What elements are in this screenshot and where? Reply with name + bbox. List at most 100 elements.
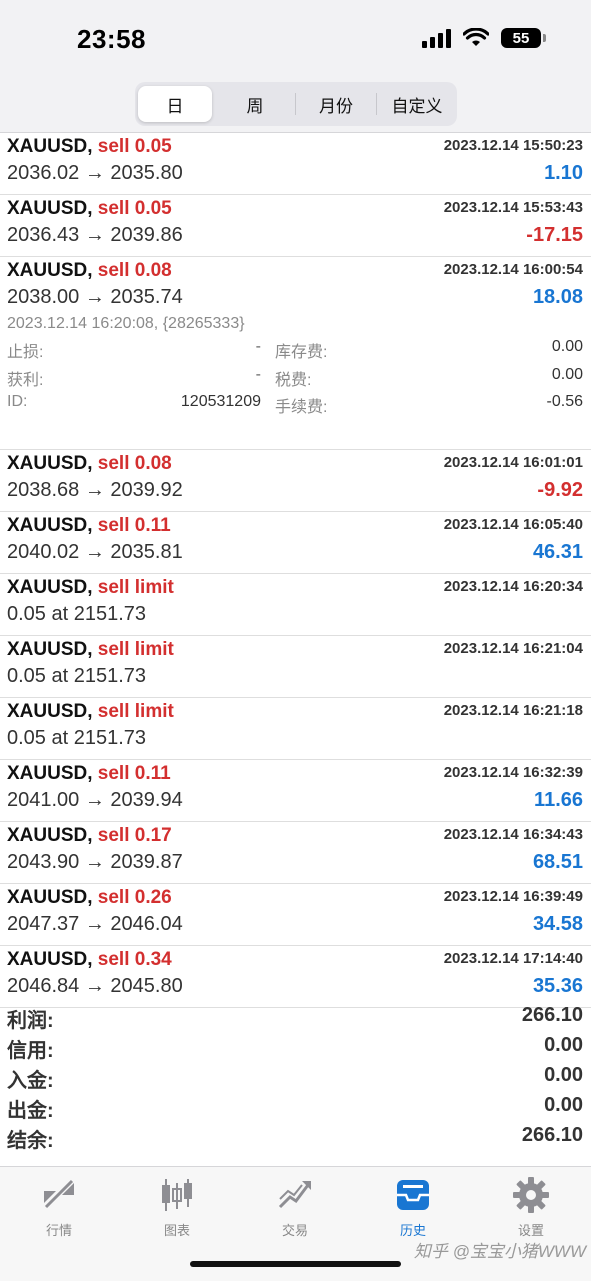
trade-price: 2041.00 → 2039.94: [7, 789, 183, 811]
trade-price: 2036.43 → 2039.86: [7, 224, 183, 246]
trade-symbol: XAUUSD,: [7, 825, 93, 846]
period-segmented-control: 日 周 月份 自定义: [135, 82, 457, 126]
trade-time: 2023.12.14 16:05:40: [443, 516, 583, 533]
trade-profit: -9.92: [537, 479, 583, 501]
trade-time: 2023.12.14 16:21:18: [443, 702, 583, 719]
trade-price: 2046.84 → 2045.80: [7, 975, 183, 997]
trade-profit: 46.31: [532, 541, 583, 563]
summary-row-deposit: 入金: 0.00: [0, 1062, 591, 1092]
trade-row[interactable]: XAUUSD, sell 0.34 2023.12.14 17:14:40 20…: [0, 946, 591, 1008]
summary-value: 0.00: [544, 1064, 583, 1086]
summary-row-withdrawal: 出金: 0.00: [0, 1092, 591, 1122]
trade-action: sell limit: [97, 639, 174, 660]
trade-price: 2038.00 → 2035.74: [7, 286, 183, 308]
tab-week[interactable]: 周: [218, 86, 292, 122]
trade-symbol: XAUUSD,: [7, 198, 93, 219]
tabbar-label: 行情: [45, 1223, 72, 1238]
trade-symbol: XAUUSD,: [7, 763, 93, 784]
summary-value: 266.10: [521, 1004, 583, 1026]
trade-symbol: XAUUSD,: [7, 887, 93, 908]
stop-loss-label: 止损:: [7, 344, 44, 361]
tabbar-item-trade[interactable]: 交易: [245, 1175, 345, 1239]
trade-symbol: XAUUSD,: [7, 701, 93, 722]
tab-custom[interactable]: 自定义: [380, 86, 454, 122]
trade-time: 2023.12.14 16:00:54: [443, 261, 583, 278]
trade-action: sell 0.05: [97, 198, 172, 219]
clock: 23:58: [77, 24, 146, 54]
trade-time: 2023.12.14 16:32:39: [443, 764, 583, 781]
trade-profit: 35.36: [532, 975, 583, 997]
summary-label: 出金:: [7, 1100, 54, 1122]
signal-icon: [422, 28, 451, 48]
trade-row[interactable]: XAUUSD, sell 0.26 2023.12.14 16:39:49 20…: [0, 884, 591, 946]
trade-profit: 18.08: [532, 286, 583, 308]
status-bar: 23:58 55: [0, 0, 591, 76]
trade-symbol: XAUUSD,: [7, 949, 93, 970]
swap-label: 库存费:: [275, 344, 328, 361]
tabbar-item-quotes[interactable]: 行情: [9, 1175, 109, 1239]
trade-price: 2047.37 → 2046.04: [7, 913, 183, 935]
trade-price: 2038.68 → 2039.92: [7, 479, 183, 501]
trade-price: 2043.90 → 2039.87: [7, 851, 183, 873]
trade-profit: 1.10: [544, 162, 583, 184]
trade-row[interactable]: XAUUSD, sell 0.05 2023.12.14 15:50:23 20…: [0, 133, 591, 195]
trade-profit: -17.15: [526, 224, 583, 246]
period-tabs-bar: 日 周 月份 自定义: [0, 76, 591, 133]
tab-day[interactable]: 日: [138, 86, 212, 122]
summary-label: 入金:: [7, 1070, 54, 1092]
order-price: 0.05 at 2151.73: [7, 603, 147, 625]
trade-action: sell 0.08: [97, 453, 172, 474]
trade-time: 2023.12.14 15:53:43: [443, 199, 583, 216]
quotes-icon: [44, 1179, 74, 1209]
trade-symbol: XAUUSD,: [7, 136, 93, 157]
tabbar-item-chart[interactable]: 图表: [127, 1175, 227, 1239]
trade-row[interactable]: XAUUSD, sell 0.11 2023.12.14 16:32:39 20…: [0, 760, 591, 822]
battery-icon: 55: [501, 28, 546, 48]
tabbar-label: 交易: [281, 1223, 308, 1238]
tab-divider: [376, 93, 377, 115]
trade-time: 2023.12.14 16:20:34: [443, 578, 583, 595]
tabbar-item-settings[interactable]: 设置: [481, 1175, 581, 1239]
order-row[interactable]: XAUUSD, sell limit 2023.12.14 16:20:34 0…: [0, 574, 591, 636]
tax-value: 0.00: [551, 366, 583, 383]
trade-detail-panel: 2023.12.14 16:20:08, {28265333} 止损: - 库存…: [0, 315, 591, 450]
trade-row[interactable]: XAUUSD, sell 0.11 2023.12.14 16:05:40 20…: [0, 512, 591, 574]
trade-action: sell limit: [97, 577, 174, 598]
trade-time: 2023.12.14 16:39:49: [443, 888, 583, 905]
watermark: 知乎 @宝宝小猪WWW: [413, 1242, 586, 1261]
tabbar-label: 图表: [163, 1223, 190, 1238]
summary-row-credit: 信用: 0.00: [0, 1032, 591, 1062]
trade-row[interactable]: XAUUSD, sell 0.08 2023.12.14 16:01:01 20…: [0, 450, 591, 512]
order-price: 0.05 at 2151.73: [7, 665, 147, 687]
home-indicator[interactable]: [190, 1261, 401, 1267]
take-profit-label: 获利:: [7, 372, 44, 389]
trade-time: 2023.12.14 16:01:01: [443, 454, 583, 471]
trade-row[interactable]: XAUUSD, sell 0.05 2023.12.14 15:53:43 20…: [0, 195, 591, 257]
summary-label: 信用:: [7, 1040, 54, 1062]
order-row[interactable]: XAUUSD, sell limit 2023.12.14 16:21:04 0…: [0, 636, 591, 698]
trade-row[interactable]: XAUUSD, sell 0.17 2023.12.14 16:34:43 20…: [0, 822, 591, 884]
trade-profit: 68.51: [532, 851, 583, 873]
battery-level: 55: [512, 29, 530, 47]
trade-time: 2023.12.14 17:14:40: [443, 950, 583, 967]
summary-value: 0.00: [544, 1034, 583, 1056]
order-row[interactable]: XAUUSD, sell limit 2023.12.14 16:21:18 0…: [0, 698, 591, 760]
summary-label: 利润:: [7, 1010, 54, 1032]
detail-open-info: 2023.12.14 16:20:08, {28265333}: [7, 315, 245, 332]
summary-value: 0.00: [544, 1094, 583, 1116]
trade-row-expanded[interactable]: XAUUSD, sell 0.08 2023.12.14 16:00:54 20…: [0, 257, 591, 318]
trade-profit: 11.66: [534, 789, 583, 811]
trade-symbol: XAUUSD,: [7, 515, 93, 536]
tabbar-item-history[interactable]: 历史: [363, 1175, 463, 1239]
trade-action: sell 0.34: [97, 949, 172, 970]
trade-action: sell 0.05: [97, 136, 172, 157]
tab-month[interactable]: 月份: [299, 86, 373, 122]
trade-action: sell 0.08: [97, 260, 172, 281]
history-list: XAUUSD, sell 0.05 2023.12.14 15:50:23 20…: [0, 133, 591, 1008]
summary-value: 266.10: [521, 1124, 583, 1146]
history-icon: [397, 1180, 429, 1210]
trade-action: sell limit: [97, 701, 174, 722]
trade-price: 2040.02 → 2035.81: [7, 541, 183, 563]
trade-action: sell 0.17: [97, 825, 172, 846]
trade-time: 2023.12.14 16:34:43: [443, 826, 583, 843]
